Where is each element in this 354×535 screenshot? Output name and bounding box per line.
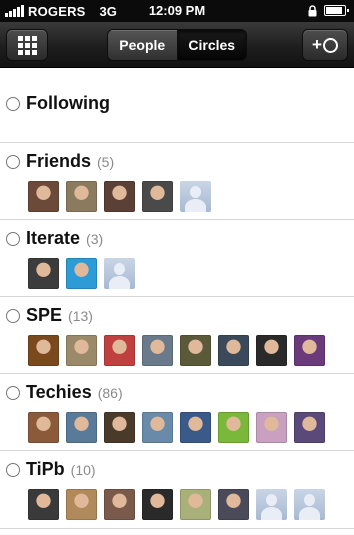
segment-circles[interactable]: Circles bbox=[177, 30, 246, 60]
default-avatar-icon[interactable] bbox=[104, 258, 135, 289]
avatar[interactable] bbox=[104, 335, 135, 366]
signal-strength-icon bbox=[5, 5, 24, 17]
member-avatars bbox=[28, 258, 135, 289]
member-avatars bbox=[28, 489, 325, 520]
circle-header: Following bbox=[6, 93, 110, 114]
circle-select-radio[interactable] bbox=[6, 96, 20, 111]
avatar[interactable] bbox=[66, 412, 97, 443]
avatar[interactable] bbox=[28, 489, 59, 520]
avatar[interactable] bbox=[218, 412, 249, 443]
circle-header: SPE (13) bbox=[6, 305, 93, 326]
circle-member-count: (10) bbox=[70, 461, 96, 478]
member-avatars bbox=[28, 181, 211, 212]
circle-row-techies[interactable]: Techies (86) bbox=[0, 374, 354, 451]
circle-select-radio[interactable] bbox=[6, 231, 20, 246]
avatar[interactable] bbox=[28, 412, 59, 443]
avatar[interactable] bbox=[142, 335, 173, 366]
circle-name: TiPb bbox=[26, 459, 65, 479]
circle-header: Friends (5) bbox=[6, 151, 114, 172]
circle-icon bbox=[322, 37, 338, 53]
default-avatar-icon[interactable] bbox=[256, 489, 287, 520]
circle-row-tipb[interactable]: TiPb (10) bbox=[0, 451, 354, 529]
circle-member-count: (13) bbox=[68, 307, 93, 324]
nav-bar: People Circles + bbox=[0, 22, 354, 68]
avatar[interactable] bbox=[142, 489, 173, 520]
avatar[interactable] bbox=[66, 489, 97, 520]
battery-icon bbox=[324, 5, 349, 16]
circle-row-following[interactable]: Following bbox=[0, 69, 354, 143]
circle-name: Techies bbox=[26, 382, 92, 402]
circle-row-spe[interactable]: SPE (13) bbox=[0, 297, 354, 374]
circle-name: SPE bbox=[26, 305, 63, 325]
circle-header: Iterate (3) bbox=[6, 228, 103, 249]
circle-name: Friends bbox=[26, 151, 92, 171]
member-avatars bbox=[28, 335, 325, 366]
avatar[interactable] bbox=[256, 412, 287, 443]
circle-select-radio[interactable] bbox=[6, 308, 20, 323]
default-avatar-icon[interactable] bbox=[180, 181, 211, 212]
avatar[interactable] bbox=[294, 335, 325, 366]
circle-row-friends[interactable]: Friends (5) bbox=[0, 143, 354, 220]
circle-name: Iterate bbox=[26, 228, 81, 248]
avatar[interactable] bbox=[28, 181, 59, 212]
avatar[interactable] bbox=[104, 412, 135, 443]
avatar[interactable] bbox=[218, 489, 249, 520]
circle-header: Techies (86) bbox=[6, 382, 123, 403]
circle-row-iterate[interactable]: Iterate (3) bbox=[0, 220, 354, 297]
plus-icon: + bbox=[312, 35, 322, 54]
avatar[interactable] bbox=[28, 258, 59, 289]
avatar[interactable] bbox=[28, 335, 59, 366]
segment-people[interactable]: People bbox=[108, 30, 178, 60]
default-avatar-icon[interactable] bbox=[294, 489, 325, 520]
avatar[interactable] bbox=[218, 335, 249, 366]
network-type: 3G bbox=[99, 3, 117, 19]
avatar[interactable] bbox=[66, 258, 97, 289]
avatar[interactable] bbox=[180, 412, 211, 443]
grid-icon bbox=[17, 35, 37, 55]
circle-select-radio[interactable] bbox=[6, 462, 20, 477]
circle-name: Following bbox=[26, 93, 110, 113]
carrier-name: ROGERS bbox=[28, 3, 86, 19]
add-circle-button[interactable]: + bbox=[302, 29, 348, 61]
member-avatars bbox=[28, 412, 325, 443]
avatar[interactable] bbox=[66, 181, 97, 212]
avatar[interactable] bbox=[180, 335, 211, 366]
avatar[interactable] bbox=[142, 181, 173, 212]
circle-member-count: (86) bbox=[97, 384, 123, 401]
circle-member-count: (5) bbox=[97, 153, 115, 170]
avatar[interactable] bbox=[66, 335, 97, 366]
avatar[interactable] bbox=[294, 412, 325, 443]
avatar[interactable] bbox=[142, 412, 173, 443]
rotation-lock-icon bbox=[308, 5, 317, 17]
avatar[interactable] bbox=[180, 489, 211, 520]
avatar[interactable] bbox=[104, 181, 135, 212]
circle-member-count: (3) bbox=[86, 230, 104, 247]
avatar[interactable] bbox=[104, 489, 135, 520]
circle-header: TiPb (10) bbox=[6, 459, 96, 480]
circle-select-radio[interactable] bbox=[6, 154, 20, 169]
people-circles-segmented-control: People Circles bbox=[107, 29, 247, 61]
status-bar: ROGERS 3G 12:09 PM bbox=[0, 0, 354, 22]
avatar[interactable] bbox=[256, 335, 287, 366]
apps-grid-button[interactable] bbox=[6, 29, 48, 61]
circle-select-radio[interactable] bbox=[6, 385, 20, 400]
circles-list: Following Friends (5) Iterate (3) SPE (13) Tech… bbox=[0, 69, 354, 529]
